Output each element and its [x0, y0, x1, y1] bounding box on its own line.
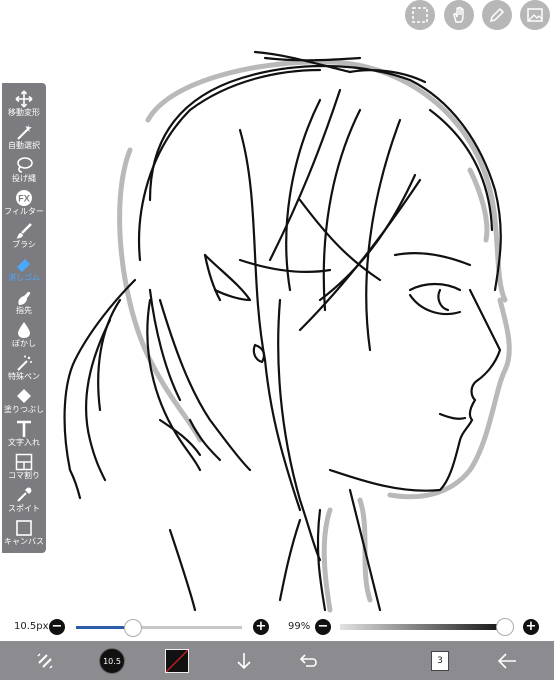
tool-autoselect[interactable]: 自動選択 — [2, 121, 46, 155]
eyedropper-icon — [17, 487, 32, 502]
tool-label: 自動選択 — [8, 141, 40, 150]
tool-label: 移動変形 — [8, 108, 40, 117]
selection-icon — [412, 7, 428, 23]
lasso-icon — [17, 157, 33, 173]
layers-button[interactable]: 3 — [428, 641, 452, 680]
magic-wand-icon — [17, 124, 32, 140]
download-icon — [237, 652, 251, 669]
color-swatch[interactable] — [164, 641, 190, 680]
special-pen-icon — [17, 355, 32, 371]
tool-palette: 移動変形 自動選択 投げ縄 FX フィルター ブラシ 消しゴム 指先 ぼかし 特… — [2, 83, 46, 553]
tool-canvas[interactable]: キャンバス — [2, 517, 46, 551]
pen-settings-button[interactable] — [482, 0, 512, 30]
transform-icon — [37, 652, 53, 669]
size-increase-button[interactable]: + — [253, 619, 269, 635]
tool-label: 指先 — [16, 306, 32, 315]
undo-icon — [299, 653, 317, 667]
fx-icon: FX — [16, 190, 32, 206]
tool-label: ブラシ — [12, 240, 36, 249]
eraser-icon — [17, 259, 30, 272]
canvas-icon — [16, 520, 32, 536]
tool-label: 消しゴム — [8, 273, 40, 282]
slider-row: 10.5px − + 99% − + — [0, 615, 554, 641]
tool-lasso[interactable]: 投げ縄 — [2, 154, 46, 188]
tool-fill[interactable]: 塗りつぶし — [2, 385, 46, 419]
brush-size-slider[interactable] — [76, 619, 242, 637]
back-icon — [497, 652, 516, 669]
tool-blur[interactable]: ぼかし — [2, 319, 46, 353]
material-button[interactable] — [520, 0, 550, 30]
drop-icon — [18, 322, 30, 338]
tool-eyedropper[interactable]: スポイト — [2, 484, 46, 518]
brush-size-knob[interactable] — [124, 619, 143, 637]
brush-icon — [16, 223, 32, 239]
pen-icon — [489, 7, 505, 23]
brush-size-value: 10.5px — [14, 621, 49, 632]
opacity-slider[interactable] — [340, 618, 515, 636]
opacity-decrease-button[interactable]: − — [315, 619, 331, 635]
tool-filter[interactable]: FX フィルター — [2, 187, 46, 221]
size-decrease-button[interactable]: − — [49, 619, 65, 635]
tool-eraser[interactable]: 消しゴム — [2, 253, 46, 287]
undo-button[interactable] — [296, 641, 322, 680]
tool-label: 特殊ペン — [8, 372, 40, 381]
tool-specialpen[interactable]: 特殊ペン — [2, 352, 46, 386]
text-icon — [17, 420, 31, 437]
tool-brush[interactable]: ブラシ — [2, 220, 46, 254]
hand-icon — [453, 6, 464, 23]
bottom-bar: 10.5 3 — [0, 641, 554, 680]
tool-label: 塗りつぶし — [3, 405, 45, 414]
tool-label: スポイト — [8, 504, 40, 513]
back-button[interactable] — [494, 641, 520, 680]
selection-button[interactable] — [405, 0, 435, 30]
opacity-value: 99% — [288, 621, 311, 632]
svg-text:FX: FX — [18, 194, 30, 204]
opacity-increase-button[interactable]: + — [523, 619, 539, 635]
move-icon — [15, 90, 33, 108]
current-color — [165, 648, 189, 673]
transform-button[interactable] — [32, 641, 58, 680]
tool-label: 文字入れ — [8, 438, 40, 447]
gesture-button[interactable] — [444, 0, 474, 30]
tool-label: フィルター — [4, 207, 44, 216]
image-icon — [527, 8, 543, 22]
tool-finger[interactable]: 指先 — [2, 286, 46, 320]
layers-icon: 3 — [431, 650, 449, 671]
frame-divider-icon — [15, 453, 33, 471]
tool-text[interactable]: 文字入れ — [2, 418, 46, 452]
opacity-knob[interactable] — [496, 618, 515, 636]
brush-size-indicator[interactable]: 10.5 — [98, 641, 126, 680]
download-button[interactable] — [232, 641, 256, 680]
tool-label: コマ割り — [8, 471, 40, 480]
tool-move[interactable]: 移動変形 — [2, 88, 46, 122]
tool-label: ぼかし — [12, 339, 36, 348]
tool-frame[interactable]: コマ割り — [2, 451, 46, 485]
tool-label: 投げ縄 — [12, 174, 36, 183]
drawing-canvas[interactable] — [0, 0, 554, 680]
finger-icon — [18, 291, 31, 305]
tool-label: キャンバス — [4, 537, 44, 546]
bucket-icon — [17, 389, 31, 403]
brush-size-label: 10.5 — [99, 647, 125, 674]
